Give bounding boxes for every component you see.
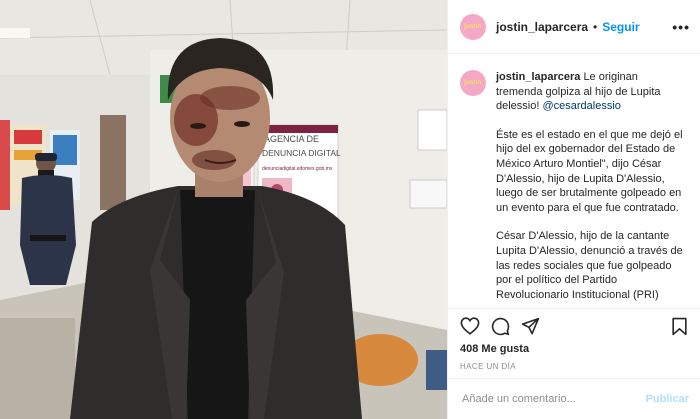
separator-dot: • (593, 19, 598, 34)
time-ago: HACE UN DÍA (460, 362, 516, 371)
header-username[interactable]: jostin_laparcera (496, 20, 588, 34)
bookmark-icon[interactable] (671, 317, 688, 341)
sign-line2: DENUNCIA DIGITAL (262, 148, 341, 158)
follow-button[interactable]: Seguir (602, 20, 639, 34)
sign-url: denunciadigital.edomex.gob.mx (262, 166, 333, 172)
caption-avatar[interactable]: jostin (460, 70, 486, 96)
post-side-panel: jostin jostin_laparcera • Seguir ••• jos… (447, 0, 700, 419)
instagram-post: AGENCIA DE DENUNCIA DIGITAL denunciadigi… (0, 0, 700, 419)
post-header: jostin jostin_laparcera • Seguir ••• (448, 0, 700, 54)
caption-mention[interactable]: @cesardalessio (542, 100, 620, 112)
avatar-text: jostin (464, 23, 482, 30)
paper-plane-icon[interactable] (521, 317, 540, 341)
publish-button[interactable]: Publicar (646, 393, 689, 405)
caption-paragraph-2: Éste es el estado en el que me dejó el h… (496, 128, 683, 214)
caption-avatar-text: jostin (464, 80, 482, 86)
likes-count[interactable]: 408 Me gusta (460, 343, 529, 355)
sign-line1: AGENCIA DE (264, 134, 319, 144)
caption-area: jostin jostin_laparcera Le originan trem… (448, 54, 700, 308)
avatar[interactable]: jostin (460, 13, 486, 40)
comment-bubble-icon[interactable] (491, 317, 510, 341)
action-bar (448, 308, 700, 342)
post-photo[interactable]: AGENCIA DE DENUNCIA DIGITAL denunciadigi… (0, 0, 447, 419)
photo-illustration: AGENCIA DE DENUNCIA DIGITAL denunciadigi… (0, 0, 447, 419)
caption-username[interactable]: jostin_laparcera (496, 71, 580, 83)
caption-row: jostin jostin_laparcera Le originan trem… (460, 70, 689, 302)
comment-box: Publicar (448, 378, 700, 419)
more-options-icon[interactable]: ••• (672, 19, 690, 35)
caption-text: jostin_laparcera Le originan tremenda go… (496, 70, 685, 302)
comment-input[interactable] (460, 392, 634, 406)
caption-paragraph-3: César D'Alessio, hijo de la cantante Lup… (496, 230, 683, 301)
heart-icon[interactable] (460, 317, 480, 340)
